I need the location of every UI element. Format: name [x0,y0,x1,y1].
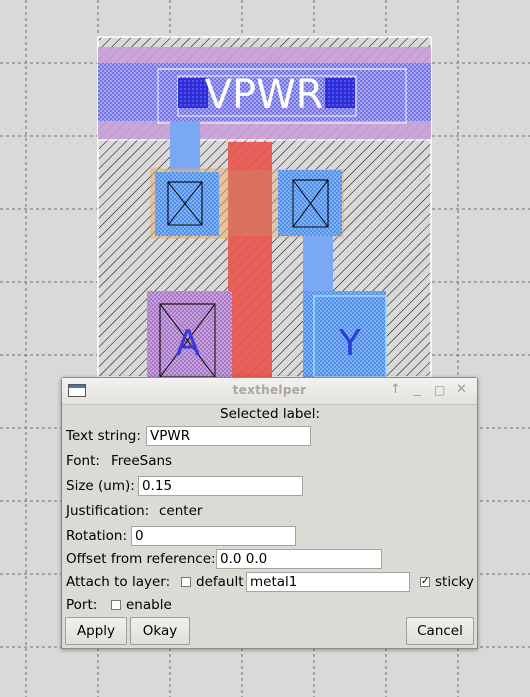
okay-button[interactable]: Okay [130,617,190,645]
enable-checkbox[interactable] [111,600,121,610]
default-checkbox[interactable] [181,577,191,587]
enable-checkbox-label: enable [126,597,172,613]
justification-value[interactable]: center [159,502,202,520]
font-value[interactable]: FreeSans [111,452,172,470]
dialog-titlebar[interactable]: texthelper ↑ _ □ ✕ [62,378,477,405]
raise-button[interactable]: ↑ [390,382,401,398]
rotation-input[interactable]: 0 [131,526,296,546]
rotation-label: Rotation: [66,528,128,544]
justification-label: Justification: [66,503,150,519]
size-label: Size (um): [66,478,135,494]
text-string-label: Text string: [66,428,141,444]
cancel-button[interactable]: Cancel [406,617,474,645]
offset-input[interactable]: 0.0 0.0 [216,549,382,569]
text-string-input[interactable]: VPWR [146,426,311,446]
pin-a-label: A [176,323,201,364]
minimize-button[interactable]: _ [414,382,421,398]
layer-input[interactable]: metal1 [246,572,410,592]
selected-label-heading: Selected label: [220,406,321,422]
pin-y-label: Y [338,323,362,364]
attach-layer-label: Attach to layer: [66,574,171,590]
sticky-checkbox[interactable]: ✓ [420,577,430,587]
vpwr-label: VPWR [205,72,324,118]
maximize-button[interactable]: □ [434,382,445,398]
apply-button[interactable]: Apply [65,617,127,645]
size-input[interactable]: 0.15 [138,476,303,496]
offset-label: Offset from reference: [66,551,216,567]
contact [178,78,208,108]
default-checkbox-label: default [196,574,244,590]
sticky-checkbox-label: sticky [435,574,474,590]
contact [325,78,355,108]
font-label: Font: [66,453,100,469]
port-label: Port: [66,597,98,613]
close-button[interactable]: ✕ [456,382,467,398]
